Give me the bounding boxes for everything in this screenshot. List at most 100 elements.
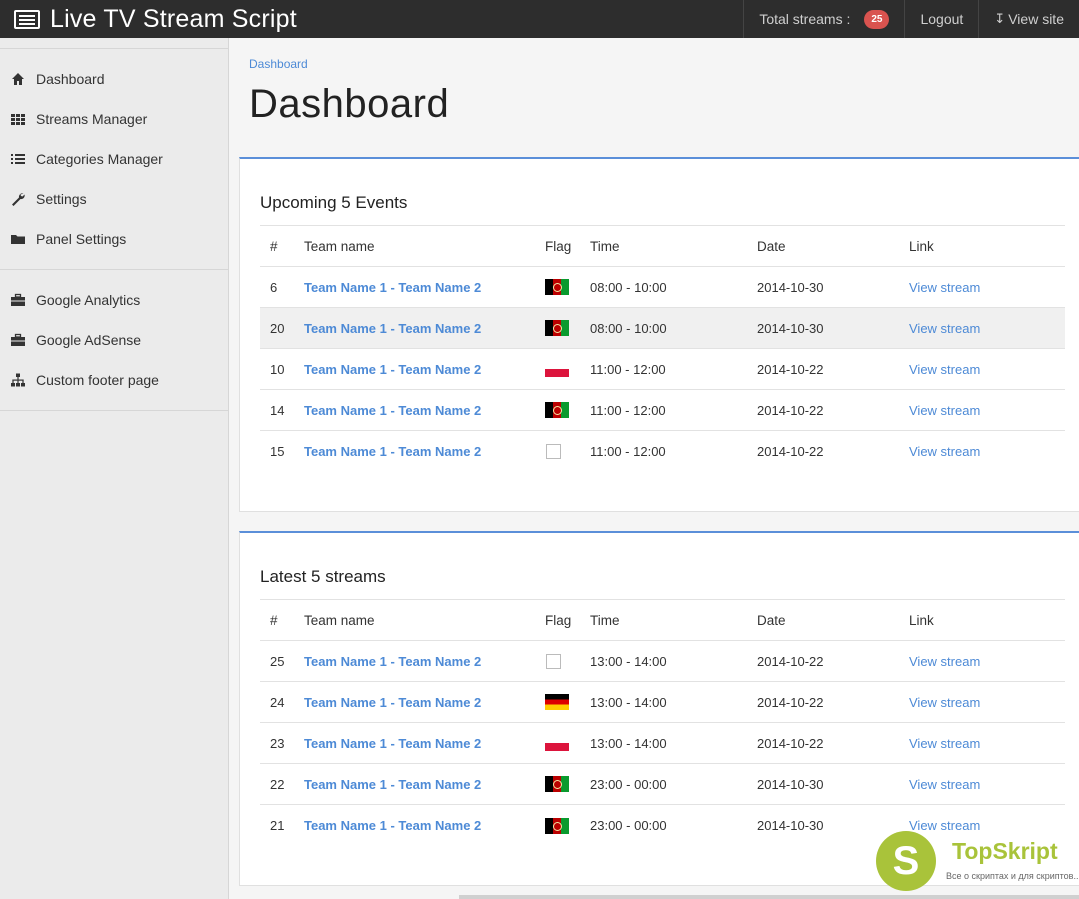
- flag-afghanistan-icon: [545, 776, 569, 793]
- page-title: Dashboard: [249, 82, 450, 126]
- list-icon: [11, 154, 25, 164]
- row-number: 6: [260, 266, 304, 308]
- sidebar-group-extras: Google Analytics Google AdSense Custom f…: [0, 269, 228, 411]
- row-number: 22: [260, 763, 304, 805]
- time-cell: 11:00 - 12:00: [590, 430, 757, 472]
- view-stream-link[interactable]: View stream: [909, 403, 980, 418]
- sidebar-item-categories-manager[interactable]: Categories Manager: [0, 139, 228, 179]
- time-cell: 13:00 - 14:00: [590, 640, 757, 682]
- view-site-link[interactable]: ↧ View site: [978, 0, 1079, 38]
- view-stream-link[interactable]: View stream: [909, 654, 980, 669]
- team-name-link[interactable]: Team Name 1 - Team Name 2: [304, 818, 481, 833]
- time-cell: 08:00 - 10:00: [590, 307, 757, 349]
- flag-missing-icon: [546, 444, 561, 460]
- column-header: Time: [590, 599, 757, 641]
- panel-title: Upcoming 5 Events: [260, 193, 408, 212]
- sidebar-item-label: Dashboard: [36, 71, 105, 87]
- team-name-link[interactable]: Team Name 1 - Team Name 2: [304, 695, 481, 710]
- time-cell: 13:00 - 14:00: [590, 681, 757, 723]
- sidebar-item-label: Google AdSense: [36, 332, 142, 348]
- row-number: 20: [260, 307, 304, 349]
- time-cell: 11:00 - 12:00: [590, 348, 757, 390]
- column-header: #: [260, 599, 304, 641]
- app-title: Live TV Stream Script: [50, 4, 297, 33]
- watermark-tagline: Все о скриптах и для скриптов...: [946, 871, 1079, 881]
- row-number: 23: [260, 722, 304, 764]
- view-stream-link[interactable]: View stream: [909, 280, 980, 295]
- logout-link[interactable]: Logout: [904, 0, 978, 38]
- time-cell: 23:00 - 00:00: [590, 804, 757, 846]
- flag-afghanistan-icon: [545, 402, 569, 419]
- team-name-link[interactable]: Team Name 1 - Team Name 2: [304, 362, 481, 377]
- sidebar-item-label: Custom footer page: [36, 372, 159, 388]
- row-number: 21: [260, 804, 304, 846]
- sidebar-item-streams-manager[interactable]: Streams Manager: [0, 99, 228, 139]
- team-name-link[interactable]: Team Name 1 - Team Name 2: [304, 321, 481, 336]
- date-cell: 2014-10-30: [757, 266, 909, 308]
- watermark-name: TopSkript: [952, 838, 1058, 864]
- date-cell: 2014-10-22: [757, 389, 909, 431]
- flag-afghanistan-icon: [545, 817, 569, 834]
- view-stream-link[interactable]: View stream: [909, 362, 980, 377]
- column-header: Flag: [545, 225, 590, 267]
- view-stream-link[interactable]: View stream: [909, 444, 980, 459]
- table-row: 22 Team Name 1 - Team Name 2 23:00 - 00:…: [260, 763, 1065, 805]
- team-name-link[interactable]: Team Name 1 - Team Name 2: [304, 777, 481, 792]
- sidebar-group-main: Dashboard Streams Manager Categories Man…: [0, 48, 228, 269]
- breadcrumb[interactable]: Dashboard: [249, 57, 308, 71]
- folder-icon: [11, 235, 25, 244]
- main-content: Dashboard Dashboard Upcoming 5 Events # …: [229, 38, 1079, 899]
- upcoming-events-table: # Team name Flag Time Date Link 6 Team N…: [260, 225, 1065, 472]
- column-header: #: [260, 225, 304, 267]
- horizontal-scrollbar[interactable]: [459, 895, 1079, 899]
- row-number: 24: [260, 681, 304, 723]
- time-cell: 08:00 - 10:00: [590, 266, 757, 308]
- column-header: Link: [909, 225, 1065, 267]
- flag-missing-icon: [546, 654, 561, 670]
- sidebar-item-google-analytics[interactable]: Google Analytics: [0, 280, 228, 320]
- sidebar-item-label: Categories Manager: [36, 151, 163, 167]
- time-cell: 23:00 - 00:00: [590, 763, 757, 805]
- column-header: Link: [909, 599, 1065, 641]
- list-box-icon: [14, 9, 40, 29]
- home-icon: [12, 73, 24, 85]
- sidebar-item-google-adsense[interactable]: Google AdSense: [0, 320, 228, 360]
- flag-afghanistan-icon: [545, 279, 569, 296]
- upcoming-events-panel: Upcoming 5 Events # Team name Flag Time …: [239, 157, 1079, 512]
- brand[interactable]: Live TV Stream Script: [0, 0, 297, 38]
- wrench-icon: [12, 193, 25, 206]
- team-name-link[interactable]: Team Name 1 - Team Name 2: [304, 654, 481, 669]
- column-header: Team name: [304, 599, 545, 641]
- flag-poland-icon: [545, 735, 569, 752]
- table-row: 20 Team Name 1 - Team Name 2 08:00 - 10:…: [260, 307, 1065, 349]
- date-cell: 2014-10-22: [757, 430, 909, 472]
- sidebar-item-custom-footer-page[interactable]: Custom footer page: [0, 360, 228, 400]
- view-stream-link[interactable]: View stream: [909, 695, 980, 710]
- table-row: 10 Team Name 1 - Team Name 2 11:00 - 12:…: [260, 348, 1065, 390]
- view-site-label: View site: [1008, 11, 1064, 27]
- row-number: 15: [260, 430, 304, 472]
- total-streams-badge: 25: [864, 9, 890, 29]
- team-name-link[interactable]: Team Name 1 - Team Name 2: [304, 403, 481, 418]
- view-stream-link[interactable]: View stream: [909, 777, 980, 792]
- date-cell: 2014-10-30: [757, 763, 909, 805]
- sidebar-item-label: Google Analytics: [36, 292, 141, 308]
- row-number: 14: [260, 389, 304, 431]
- team-name-link[interactable]: Team Name 1 - Team Name 2: [304, 736, 481, 751]
- view-stream-link[interactable]: View stream: [909, 736, 980, 751]
- briefcase-icon: [11, 333, 25, 346]
- sidebar-item-dashboard[interactable]: Dashboard: [0, 59, 228, 99]
- sidebar: Dashboard Streams Manager Categories Man…: [0, 38, 229, 899]
- view-stream-link[interactable]: View stream: [909, 321, 980, 336]
- table-row: 25 Team Name 1 - Team Name 2 13:00 - 14:…: [260, 640, 1065, 682]
- team-name-link[interactable]: Team Name 1 - Team Name 2: [304, 280, 481, 295]
- team-name-link[interactable]: Team Name 1 - Team Name 2: [304, 444, 481, 459]
- time-cell: 13:00 - 14:00: [590, 722, 757, 764]
- sidebar-item-settings[interactable]: Settings: [0, 179, 228, 219]
- row-number: 25: [260, 640, 304, 682]
- date-cell: 2014-10-22: [757, 348, 909, 390]
- sidebar-item-panel-settings[interactable]: Panel Settings: [0, 219, 228, 259]
- date-cell: 2014-10-22: [757, 722, 909, 764]
- date-cell: 2014-10-30: [757, 307, 909, 349]
- table-row: 24 Team Name 1 - Team Name 2 13:00 - 14:…: [260, 681, 1065, 723]
